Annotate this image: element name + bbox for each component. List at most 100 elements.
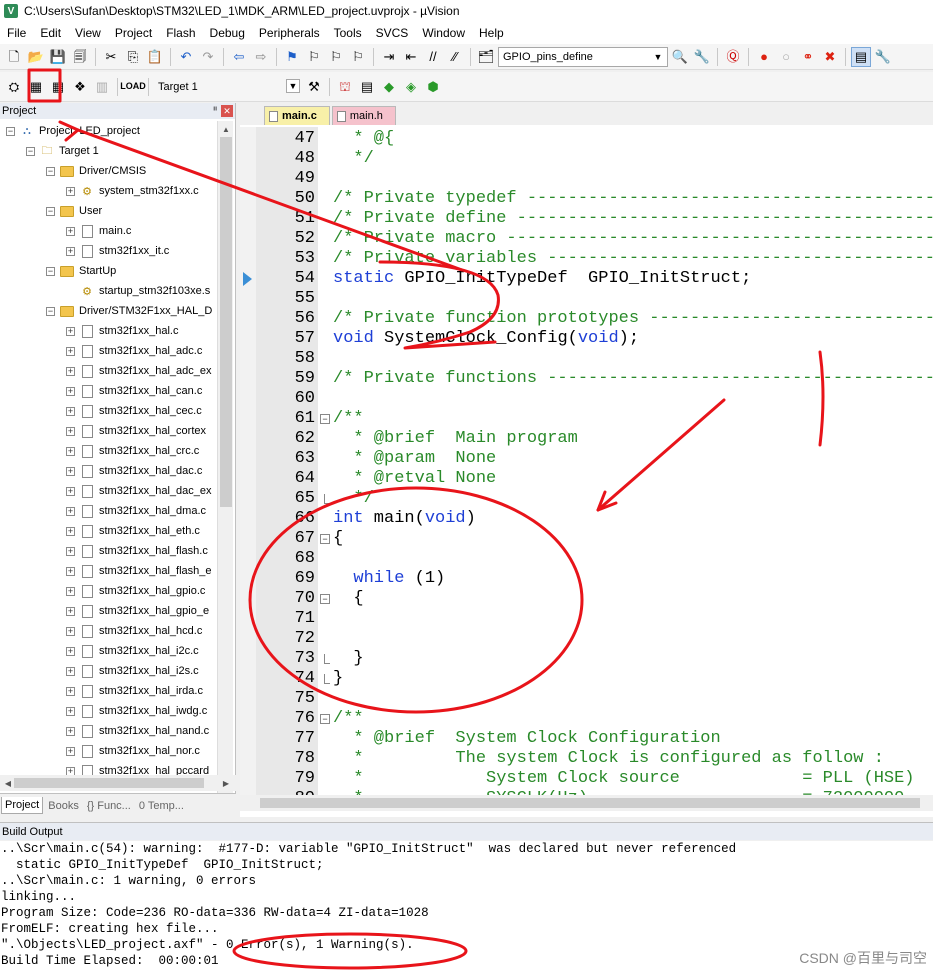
tree-item[interactable]: + stm32f1xx_hal_cortex [0,421,218,441]
rebuild-icon[interactable]: ▦ [48,77,68,97]
code-line[interactable]: 65 */ [240,489,933,509]
menu-edit[interactable]: Edit [33,26,68,40]
expand-icon[interactable]: + [66,226,75,236]
tree-item[interactable]: + stm32f1xx_hal_nand.c [0,721,218,741]
tree-item[interactable]: − ⛬ Project: LED_project [0,121,218,141]
tree-item[interactable]: + stm32f1xx_hal_i2c.c [0,641,218,661]
tree-item[interactable]: + main.c [0,221,218,241]
disable-all-breakpoints-icon[interactable]: ⚭ [798,47,818,67]
bookmark-icon[interactable]: ⚑ [282,47,302,67]
tree-item[interactable]: + stm32f1xx_hal_nor.c [0,741,218,761]
expand-icon[interactable]: + [66,506,75,516]
tree-item[interactable]: + stm32f1xx_hal_adc_ex [0,361,218,381]
code-line[interactable]: 78 * The system Clock is configured as f… [240,749,933,769]
tree-item[interactable]: − User [0,201,218,221]
tree-item[interactable]: + stm32f1xx_hal_adc.c [0,341,218,361]
code-line[interactable]: 68 [240,549,933,569]
tree-item[interactable]: + ⚙ system_stm32f1xx.c [0,181,218,201]
expand-icon[interactable]: + [66,366,75,376]
scroll-right-icon[interactable]: ▶ [218,775,234,791]
tree-item[interactable]: + stm32f1xx_hal_flash.c [0,541,218,561]
menu-peripherals[interactable]: Peripherals [252,26,327,40]
menu-view[interactable]: View [68,26,108,40]
tree-item[interactable]: + stm32f1xx_hal_irda.c [0,681,218,701]
code-line[interactable]: 61−/** [240,409,933,429]
comment-icon[interactable]: // [423,47,443,67]
panel-tab-3[interactable]: 0 Temp... [136,798,187,814]
menu-flash[interactable]: Flash [159,26,202,40]
tree-item[interactable]: + stm32f1xx_hal_gpio_e [0,601,218,621]
panel-tab-0[interactable]: Project [1,797,44,814]
code-line[interactable]: 60 [240,389,933,409]
code-line[interactable]: 48 */ [240,149,933,169]
tree-item[interactable]: + stm32f1xx_hal_gpio.c [0,581,218,601]
tree-item[interactable]: + stm32f1xx_hal_eth.c [0,521,218,541]
code-line[interactable]: 58 [240,349,933,369]
expand-icon[interactable]: + [66,566,75,576]
collapse-icon[interactable]: − [46,306,55,316]
open-folder-icon[interactable]: 📂 [26,47,46,67]
chevron-down-icon[interactable]: ▼ [651,50,665,64]
fold-collapse-icon[interactable]: − [320,414,330,424]
tree-item[interactable]: + stm32f1xx_it.c [0,241,218,261]
manage-components-icon[interactable]: ⛫ [335,77,355,97]
batch-build-icon[interactable]: ❖ [70,77,90,97]
code-line[interactable]: 73 } [240,649,933,669]
expand-icon[interactable]: + [66,486,75,496]
expand-icon[interactable]: + [66,386,75,396]
code-line[interactable]: 69 while (1) [240,569,933,589]
code-line[interactable]: 51 /* Private define --------------------… [240,209,933,229]
code-line[interactable]: 54 static GPIO_InitTypeDef GPIO_InitStruc… [240,269,933,289]
new-file-icon[interactable]: 🗋 [4,47,24,67]
expand-icon[interactable]: + [66,326,75,336]
uncomment-icon[interactable]: ⁄⁄ [445,47,465,67]
expand-icon[interactable]: + [66,746,75,756]
code-line[interactable]: 72 [240,629,933,649]
target-options-icon[interactable]: ⚒ [304,77,324,97]
prev-bookmark-icon[interactable]: ⚐ [304,47,324,67]
expand-icon[interactable]: + [66,426,75,436]
tree-item[interactable]: − StartUp [0,261,218,281]
find-in-files-icon[interactable]: 🗂 [476,47,496,67]
configure-icon[interactable]: 🔧 [873,47,893,67]
next-bookmark-icon[interactable]: ⚐ [326,47,346,67]
panel-tab-1[interactable]: Books [45,798,82,814]
code-line[interactable]: 79 * System Clock source = PLL (HSE) [240,769,933,789]
kill-breakpoints-icon[interactable]: ✖ [820,47,840,67]
tree-item[interactable]: + stm32f1xx_hal_iwdg.c [0,701,218,721]
find-icon[interactable]: 🔍 [670,47,690,67]
breakpoint-icon[interactable]: ● [754,47,774,67]
collapse-icon[interactable]: − [46,266,55,276]
tree-item[interactable]: + stm32f1xx_hal_hcd.c [0,621,218,641]
expand-icon[interactable]: + [66,466,75,476]
file-extensions-icon[interactable]: ▤ [357,77,377,97]
project-vertical-scrollbar[interactable]: ▲ ▼ [217,121,233,793]
download-icon[interactable]: LOAD [120,77,146,97]
tree-item[interactable]: + stm32f1xx_hal_crc.c [0,441,218,461]
code-line[interactable]: 47 * @{ [240,129,933,149]
code-line[interactable]: 70− { [240,589,933,609]
menu-window[interactable]: Window [415,26,472,40]
collapse-icon[interactable]: − [26,146,35,156]
code-line[interactable]: 67−{ [240,529,933,549]
code-line[interactable]: 75 [240,689,933,709]
code-line[interactable]: 62 * @brief Main program [240,429,933,449]
expand-icon[interactable]: + [66,526,75,536]
target-select[interactable]: Target 1 ▼ [154,77,302,97]
code-line[interactable]: 59 /* Private functions -----------------… [240,369,933,389]
tree-item[interactable]: + stm32f1xx_hal_cec.c [0,401,218,421]
expand-icon[interactable]: + [66,686,75,696]
fold-collapse-icon[interactable]: − [320,714,330,724]
tree-item[interactable]: + stm32f1xx_hal_dma.c [0,501,218,521]
code-line[interactable]: 49 [240,169,933,189]
editor-tab-main-c[interactable]: main.c [264,106,330,125]
debug-session-icon[interactable]: Ⓠ [723,47,743,67]
code-line[interactable]: 56 /* Private function prototypes -------… [240,309,933,329]
collapse-icon[interactable]: − [6,126,15,136]
undo-icon[interactable]: ↶ [176,47,196,67]
menu-svcs[interactable]: SVCS [369,26,416,40]
expand-icon[interactable]: + [66,446,75,456]
scroll-up-icon[interactable]: ▲ [218,121,234,137]
disable-breakpoint-icon[interactable]: ○ [776,47,796,67]
editor-tab-main-h[interactable]: main.h [331,106,396,125]
